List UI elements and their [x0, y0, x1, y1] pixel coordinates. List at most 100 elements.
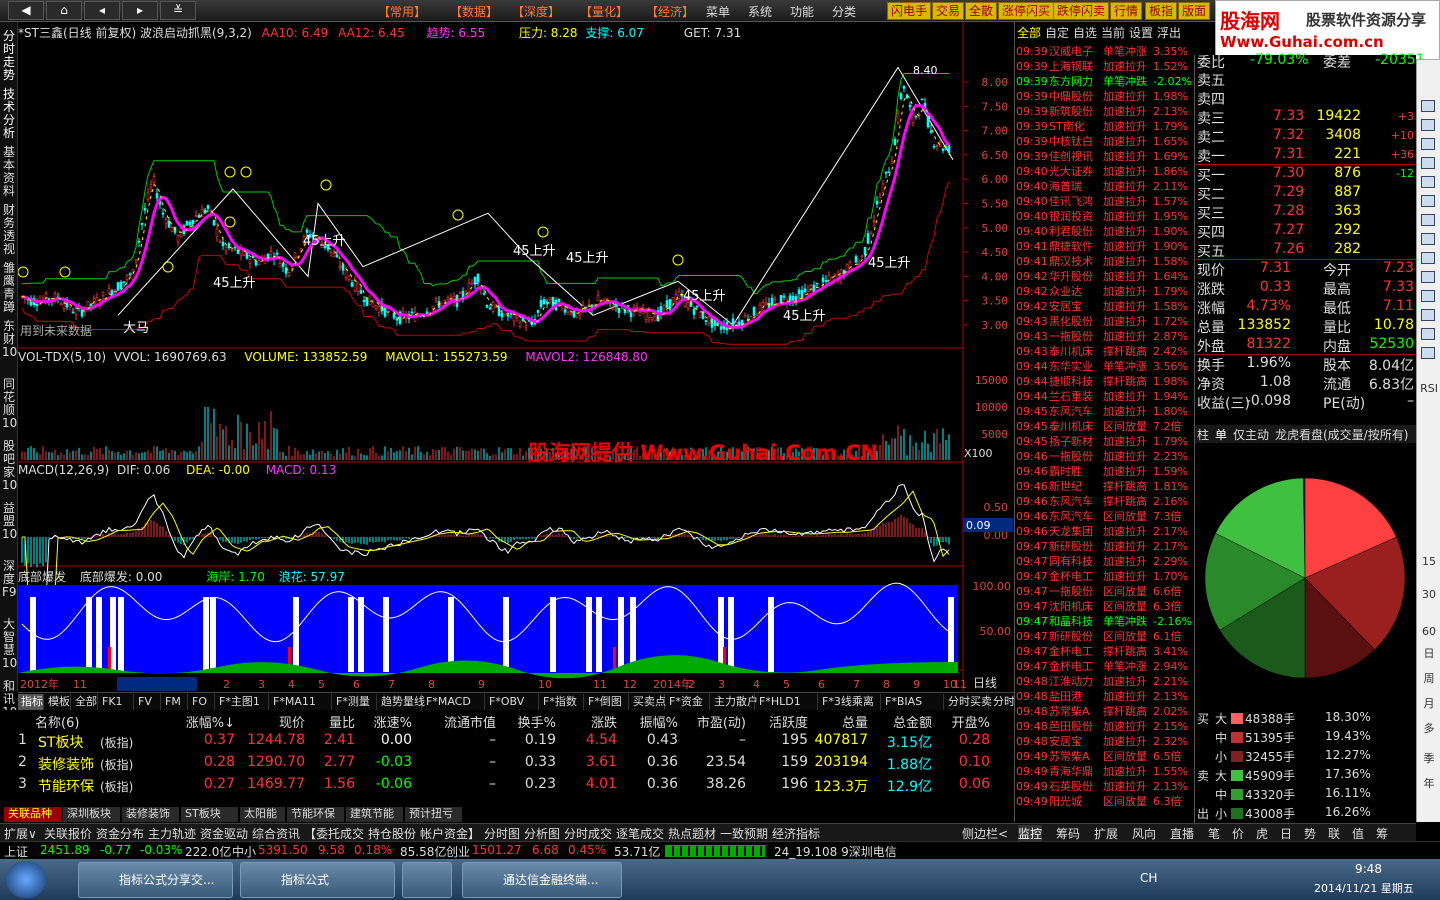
alert-row[interactable]: 09:39 新筑股份 加速拉升 2.13% [1015, 104, 1195, 119]
alert-row[interactable]: 09:39 佳创视讯 加速拉升 1.69% [1015, 149, 1195, 164]
alert-row[interactable]: 09:39 汉威电子 单笔冲涨 3.35% [1015, 44, 1195, 59]
func-item-7[interactable]: 持仓股份 [368, 825, 416, 842]
indicator-tab-8[interactable]: F*MA11 [270, 694, 332, 710]
left-tab-4[interactable]: 雏鹰青蹲 [2, 262, 16, 314]
indicator-tab-20[interactable]: F*BIAS [882, 694, 944, 710]
alert-row[interactable]: 09:47 新研股份 区间放量 6.1倍 [1015, 629, 1195, 644]
func-item-3[interactable]: 主力轨迹 [148, 825, 196, 842]
alert-row[interactable]: 09:44 捷顺科技 撑杆跳高 1.98% [1015, 374, 1195, 389]
right-tab-12[interactable]: 筹 [1376, 825, 1388, 842]
menu-item-0[interactable]: 【常用】 [378, 3, 426, 20]
lang-indicator[interactable]: CH [1140, 871, 1157, 885]
order-flow-tab-2[interactable]: 仅主动 [1233, 426, 1269, 443]
sell-price[interactable]: 7.33 [1273, 108, 1304, 124]
alert-tab-5[interactable]: 浮出 [1157, 24, 1181, 41]
right-tab-8[interactable]: 日 [1280, 825, 1292, 842]
menu-item-5[interactable]: 菜单 [706, 3, 730, 20]
right-tool-0[interactable]: RSI [1419, 382, 1439, 395]
right-tool-9[interactable]: 年 [1419, 775, 1439, 791]
indicator-tab-1[interactable]: 模板 [45, 694, 71, 710]
col-header-6[interactable]: 换手% [518, 712, 556, 731]
alert-row[interactable]: 09:39 ST南化 加速拉升 1.79% [1015, 119, 1195, 134]
alert-row[interactable]: 09:48 芭田股份 加速拉升 2.15% [1015, 719, 1195, 734]
alert-row[interactable]: 09:49 阳光城 区间放量 6.3倍 [1015, 794, 1195, 809]
col-header-13[interactable]: 开盘% [952, 712, 990, 731]
buy-price[interactable]: 7.29 [1273, 184, 1304, 200]
func-item-10[interactable]: 分析图 [524, 825, 560, 842]
menu-item-7[interactable]: 功能 [790, 3, 814, 20]
right-tool-2[interactable]: 30 [1419, 588, 1439, 601]
indicator-tab-10[interactable]: 趋势量线 [378, 694, 425, 710]
func-item-2[interactable]: 资金分布 [96, 825, 144, 842]
alert-row[interactable]: 09:42 华升股份 加速拉升 1.64% [1015, 269, 1195, 284]
left-tab-10[interactable]: 大智慧10 [2, 618, 17, 670]
indicator-tab-18[interactable]: F*HLD1 [756, 694, 818, 710]
alert-row[interactable]: 09:47 沈阳机床 区间放量 6.3倍 [1015, 599, 1195, 614]
func-item-11[interactable]: 分时成交 [564, 825, 612, 842]
indicator-tab-2[interactable]: 全部 [72, 694, 98, 710]
menu-item-3[interactable]: 【量化】 [580, 3, 628, 20]
alert-row[interactable]: 09:48 安居宝 加速拉升 2.32% [1015, 734, 1195, 749]
func-item-5[interactable]: 综合资讯 [252, 825, 300, 842]
table-row[interactable]: 2 装修装饰 (板指) 0.28 1290.70 2.77 -0.03 – 0.33 3.61 0.… [0, 752, 1000, 774]
order-flow-tab-0[interactable]: 柱 [1197, 426, 1209, 443]
alert-row[interactable]: 09:49 苏常柴A 区间放量 6.5倍 [1015, 749, 1195, 764]
tool-icon[interactable] [1421, 347, 1435, 359]
col-header-0[interactable]: 名称(6) [35, 712, 79, 731]
sector-tab-1[interactable]: 深圳板块 [63, 807, 121, 822]
quick-tab-3[interactable]: 涨停闪买 [998, 2, 1055, 20]
left-tab-7[interactable]: 股吧家10 [2, 440, 17, 492]
func-item-13[interactable]: 热点题材 [668, 825, 716, 842]
alert-row[interactable]: 09:40 利君股份 加速拉升 1.90% [1015, 224, 1195, 239]
right-tab-1[interactable]: 筹码 [1056, 825, 1080, 842]
tool-icon[interactable] [1421, 157, 1435, 169]
buy-price[interactable]: 7.28 [1273, 203, 1304, 219]
func-item-9[interactable]: 分时图 [484, 825, 520, 842]
alert-row[interactable]: 09:46 霸时胜 加速拉升 1.59% [1015, 464, 1195, 479]
sector-tab-7[interactable]: 预计扭亏 [405, 807, 463, 822]
tool-icon[interactable] [1421, 328, 1435, 340]
right-tab-2[interactable]: 扩展 [1094, 825, 1118, 842]
col-header-10[interactable]: 活跃度 [769, 712, 808, 731]
quick-tab-5[interactable]: 行情 [1110, 2, 1143, 20]
left-tab-3[interactable]: 财务透视 [2, 204, 16, 256]
alert-row[interactable]: 09:39 东方网力 单笔冲跌 -2.02% [1015, 74, 1195, 89]
left-tab-0[interactable]: 分时走势 [2, 30, 16, 82]
indicator-tab-4[interactable]: FV [135, 694, 161, 710]
func-item-16[interactable]: 侧边栏< [962, 825, 1008, 842]
alert-row[interactable]: 09:39 中核钛白 加速拉升 1.65% [1015, 134, 1195, 149]
tool-icon[interactable] [1421, 271, 1435, 283]
alert-row[interactable]: 09:47 金杯电工 撑杆跳高 3.41% [1015, 644, 1195, 659]
row-name[interactable]: ST板块 [38, 732, 83, 752]
alert-row[interactable]: 09:46 天龙集团 加速拉升 2.17% [1015, 524, 1195, 539]
row-name[interactable]: 装修装饰 [38, 754, 94, 774]
alert-row[interactable]: 09:46 新世纪 撑杆跳高 1.81% [1015, 479, 1195, 494]
taskbar-ie[interactable]: 指标公式分享交... [78, 862, 233, 898]
alert-tab-2[interactable]: 自选 [1073, 24, 1097, 41]
indicator-tab-5[interactable]: FM [162, 694, 188, 710]
alert-row[interactable]: 09:39 中鼎股份 加速拉升 1.98% [1015, 89, 1195, 104]
sector-tab-2[interactable]: 装修装饰 [122, 807, 180, 822]
alert-row[interactable]: 09:41 鼎捷软件 加速拉升 1.90% [1015, 239, 1195, 254]
alert-row[interactable]: 09:47 金杯电工 加速拉升 1.70% [1015, 569, 1195, 584]
alert-row[interactable]: 09:45 扬子新材 加速拉升 1.79% [1015, 434, 1195, 449]
buy-price[interactable]: 7.26 [1273, 241, 1304, 257]
alert-row[interactable]: 09:44 兰石重装 加速拉升 1.94% [1015, 389, 1195, 404]
indicator-tab-11[interactable]: F*MACD [423, 694, 485, 710]
indicator-tab-6[interactable]: FO [189, 694, 215, 710]
func-item-8[interactable]: 帐户资金】 [420, 825, 480, 842]
buy-price[interactable]: 7.30 [1273, 165, 1304, 181]
tool-icon[interactable] [1421, 138, 1435, 150]
col-header-11[interactable]: 总量 [842, 712, 868, 731]
right-tab-3[interactable]: 风向 [1132, 825, 1156, 842]
right-tab-7[interactable]: 虎 [1256, 825, 1268, 842]
alert-row[interactable]: 09:40 光大证券 加速拉升 1.86% [1015, 164, 1195, 179]
alert-row[interactable]: 09:39 上海钢联 加速拉升 1.52% [1015, 59, 1195, 74]
quick-tab-7[interactable]: 版面 [1178, 2, 1211, 20]
back-button[interactable]: ◀ [8, 1, 44, 20]
tool-icon[interactable] [1421, 214, 1435, 226]
alert-row[interactable]: 09:43 黑化股份 加速拉升 1.72% [1015, 314, 1195, 329]
indicator-tab-14[interactable]: F*倒图 [585, 694, 629, 710]
right-tab-0[interactable]: 监控 [1018, 825, 1043, 842]
right-tool-3[interactable]: 60 [1419, 625, 1439, 638]
